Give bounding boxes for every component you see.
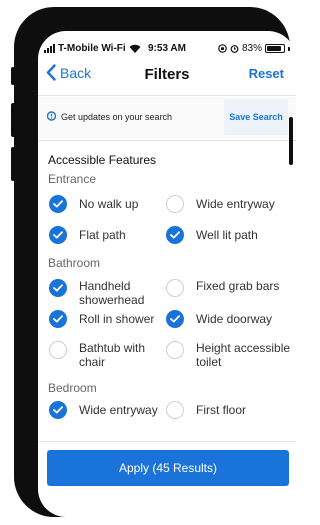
checkbox[interactable] [49, 195, 67, 213]
back-button[interactable]: Back [46, 64, 91, 81]
checkbox[interactable] [49, 310, 67, 328]
option-label: Wide entryway [79, 403, 158, 417]
option-height-accessible-toilet[interactable]: Height accessible toilet [166, 341, 292, 369]
save-search-bar: Get updates on your search Save Search [38, 97, 296, 139]
battery-icon [265, 44, 285, 53]
option-no-walk-up[interactable]: No walk up [49, 195, 138, 213]
checkmark-icon [53, 284, 63, 292]
checkbox[interactable] [49, 279, 67, 297]
updates-label: Get updates on your search [61, 111, 173, 122]
option-fixed-grab-bars[interactable]: Fixed grab bars [166, 279, 279, 297]
power-button [289, 117, 293, 165]
nav-bar: Back Filters Reset [38, 64, 296, 92]
checkmark-icon [53, 406, 63, 414]
option-bedroom-wide-entryway[interactable]: Wide entryway [49, 401, 158, 419]
checkmark-icon [170, 315, 180, 323]
battery-percent: 83% [241, 43, 262, 54]
status-bar: T-Mobile Wi-Fi 9:53 AM 83% [38, 43, 296, 57]
screen: T-Mobile Wi-Fi 9:53 AM 83% Back Filters … [38, 31, 296, 517]
checkbox[interactable] [166, 341, 184, 359]
checkmark-icon [170, 231, 180, 239]
checkmark-icon [53, 315, 63, 323]
option-handheld-showerhead[interactable]: Handheld showerhead [49, 279, 159, 307]
checkbox[interactable] [49, 226, 67, 244]
footer-divider [38, 441, 296, 442]
option-label: Bathtub with chair [79, 341, 146, 369]
group-label-bedroom: Bedroom [48, 381, 97, 395]
nav-divider [38, 95, 296, 96]
checkbox[interactable] [166, 226, 184, 244]
option-label: Fixed grab bars [196, 279, 280, 293]
option-label: Handheld showerhead [79, 279, 145, 307]
checkbox[interactable] [166, 195, 184, 213]
option-label: Wide entryway [196, 197, 275, 211]
apply-button[interactable]: Apply (45 Results) [47, 450, 289, 486]
phone-frame: T-Mobile Wi-Fi 9:53 AM 83% Back Filters … [11, 7, 296, 517]
group-label-bathroom: Bathroom [48, 256, 101, 270]
checkmark-icon [53, 200, 63, 208]
chevron-left-icon [46, 64, 56, 81]
back-label: Back [60, 64, 92, 81]
checkbox[interactable] [166, 310, 184, 328]
option-label: Flat path [79, 228, 126, 242]
updates-divider [38, 140, 296, 141]
checkbox[interactable] [166, 401, 184, 419]
option-bathtub-with-chair[interactable]: Bathtub with chair [49, 341, 159, 369]
save-search-button[interactable]: Save Search [224, 99, 288, 135]
option-label: Roll in shower [79, 312, 155, 326]
checkbox[interactable] [166, 279, 184, 297]
option-wide-entryway[interactable]: Wide entryway [166, 195, 275, 213]
option-wide-doorway[interactable]: Wide doorway [166, 310, 272, 328]
status-right: 83% [218, 43, 290, 54]
option-flat-path[interactable]: Flat path [49, 226, 126, 244]
reset-button[interactable]: Reset [249, 66, 284, 81]
wifi-icon [129, 44, 141, 53]
search-alert-icon [46, 111, 57, 121]
mute-switch [11, 67, 15, 85]
carrier-label: T-Mobile Wi-Fi [58, 43, 126, 54]
option-label: Wide doorway [196, 312, 273, 326]
checkbox[interactable] [49, 341, 67, 359]
checkbox[interactable] [49, 401, 67, 419]
group-label-entrance: Entrance [48, 172, 97, 186]
status-left: T-Mobile Wi-Fi [44, 43, 141, 54]
volume-down-button [11, 147, 15, 181]
volume-up-button [11, 103, 15, 137]
checkmark-icon [53, 231, 63, 239]
alarm-icon [230, 45, 239, 53]
updates-text: Get updates on your search [46, 111, 172, 122]
option-label: No walk up [79, 197, 139, 211]
option-label: Height accessible toilet [196, 341, 291, 369]
signal-icon [44, 44, 55, 53]
option-roll-in-shower[interactable]: Roll in shower [49, 310, 154, 328]
orientation-lock-icon [218, 44, 227, 53]
option-label: Well lit path [196, 228, 258, 242]
option-first-floor[interactable]: First floor [166, 401, 246, 419]
status-time: 9:53 AM [148, 43, 186, 54]
battery-tip [288, 46, 290, 51]
section-title: Accessible Features [48, 153, 157, 167]
option-label: First floor [196, 403, 247, 417]
option-well-lit-path[interactable]: Well lit path [166, 226, 258, 244]
